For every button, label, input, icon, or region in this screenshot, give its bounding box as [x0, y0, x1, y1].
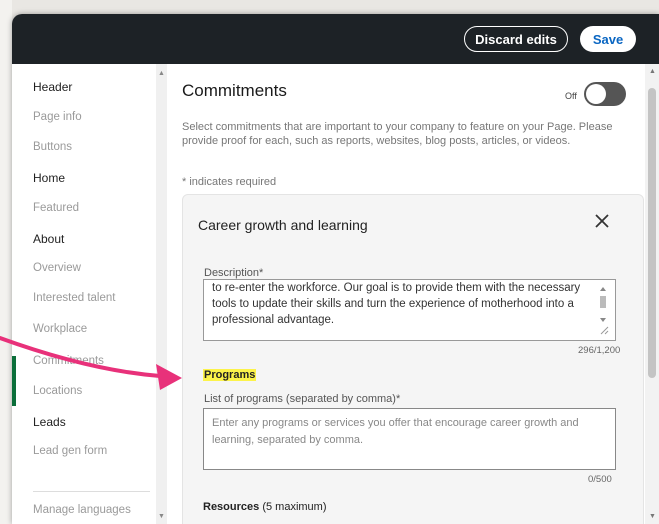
- main-panel: Commitments Off Select commitments that …: [167, 64, 659, 524]
- sidebar-item-locations[interactable]: Locations: [33, 385, 82, 397]
- section-description: Select commitments that are important to…: [182, 121, 613, 147]
- description-label: Description*: [204, 267, 264, 279]
- sidebar-item-workplace[interactable]: Workplace: [33, 323, 87, 335]
- programs-list-label: List of programs (separated by comma)*: [204, 393, 401, 405]
- discard-edits-button[interactable]: Discard edits: [464, 26, 568, 52]
- edit-page-modal: Discard edits Save Header Page info Butt…: [12, 14, 659, 524]
- description-char-counter: 296/1,200: [578, 345, 621, 356]
- toggle-state-label: Off: [565, 91, 577, 101]
- sidebar-item-buttons[interactable]: Buttons: [33, 141, 72, 153]
- sidebar-heading-leads: Leads: [33, 415, 66, 429]
- sidebar-divider: [33, 491, 150, 492]
- sidebar-item-featured[interactable]: Featured: [33, 202, 79, 214]
- description-text: to re-enter the workforce. Our goal is t…: [212, 282, 581, 326]
- main-scrollbar[interactable]: ▲ ▼: [645, 64, 659, 524]
- toggle-knob: [586, 84, 606, 104]
- close-icon[interactable]: [590, 209, 614, 233]
- sidebar-heading-about: About: [33, 232, 65, 246]
- commitments-toggle[interactable]: [584, 82, 626, 106]
- sidebar-item-commitments[interactable]: Commitments: [33, 355, 104, 367]
- programs-heading: Programs: [203, 369, 257, 381]
- sidebar-heading-home: Home: [33, 171, 66, 185]
- scroll-up-icon[interactable]: ▲: [649, 68, 656, 75]
- textarea-scrollbar[interactable]: [597, 284, 609, 336]
- page-title: Commitments: [182, 81, 287, 100]
- sidebar-item-overview[interactable]: Overview: [33, 262, 81, 274]
- sidebar-heading-header: Header: [33, 80, 73, 94]
- sidebar: Header Page info Buttons Home Featured A…: [12, 64, 167, 524]
- scroll-down-icon[interactable]: ▼: [158, 513, 165, 520]
- sidebar-item-manage-languages[interactable]: Manage languages: [33, 504, 131, 516]
- commitment-card: Career growth and learning Description* …: [182, 194, 644, 524]
- sidebar-item-interested-talent[interactable]: Interested talent: [33, 292, 115, 304]
- sidebar-item-page-info[interactable]: Page info: [33, 111, 82, 123]
- background-strip: [0, 0, 12, 524]
- resources-label: Resources (5 maximum): [203, 501, 327, 513]
- save-button[interactable]: Save: [580, 26, 636, 52]
- scroll-up-icon[interactable]: ▲: [158, 70, 165, 77]
- programs-char-counter: 0/500: [588, 474, 612, 485]
- sidebar-active-indicator: [12, 356, 16, 406]
- resources-title: Resources: [203, 501, 260, 513]
- card-title: Career growth and learning: [198, 217, 368, 233]
- resources-hint: (5 maximum): [262, 501, 327, 513]
- scroll-down-icon[interactable]: ▼: [649, 513, 656, 520]
- sidebar-scrollbar[interactable]: ▲ ▼: [156, 64, 167, 524]
- programs-placeholder: Enter any programs or services you offer…: [212, 417, 579, 446]
- scrollbar-thumb[interactable]: [648, 88, 656, 378]
- description-textarea[interactable]: to re-enter the workforce. Our goal is t…: [203, 279, 616, 341]
- required-note: * indicates required: [182, 176, 277, 188]
- sidebar-item-lead-gen-form[interactable]: Lead gen form: [33, 445, 107, 457]
- programs-textarea[interactable]: Enter any programs or services you offer…: [203, 408, 616, 470]
- modal-topbar: Discard edits Save: [12, 14, 659, 64]
